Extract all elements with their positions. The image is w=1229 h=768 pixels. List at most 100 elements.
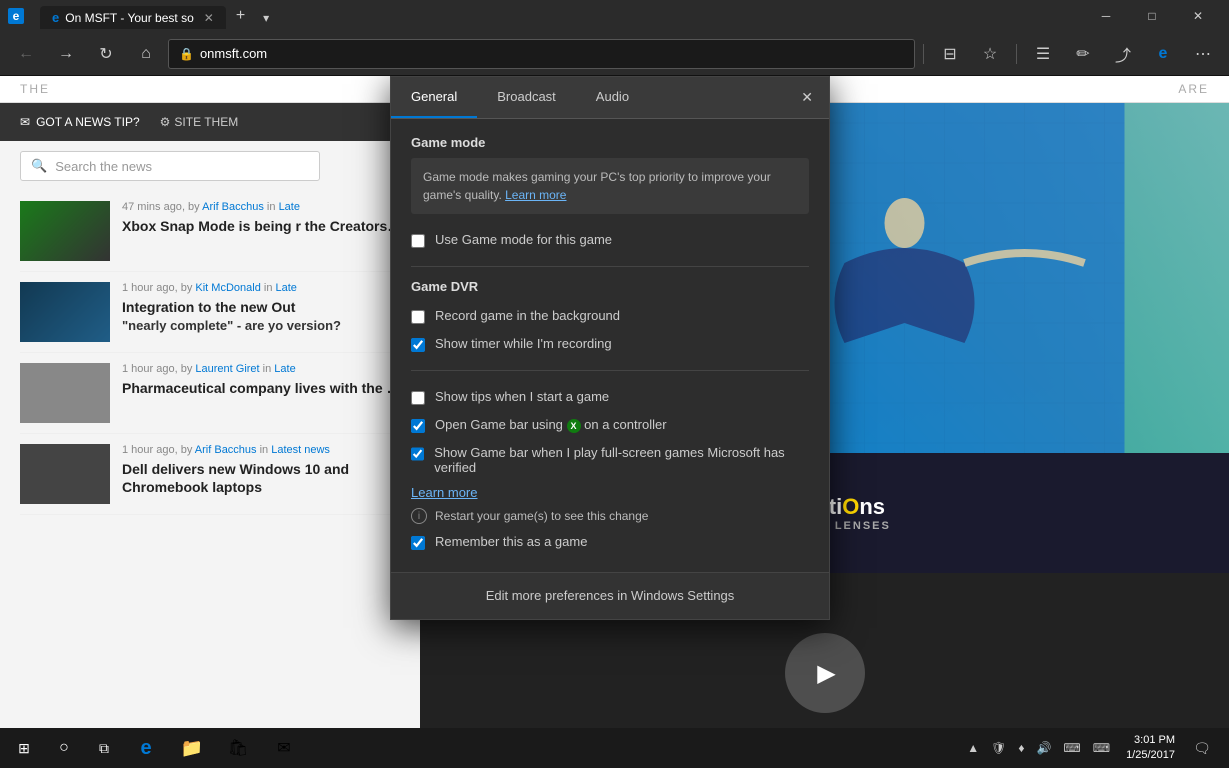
game-mode-title: Game mode bbox=[411, 135, 809, 150]
news-tip-icon: ✉ bbox=[20, 115, 30, 129]
nav-separator-2 bbox=[1016, 44, 1017, 64]
remember-game-checkbox[interactable] bbox=[411, 536, 425, 550]
restart-info-row: i Restart your game(s) to see this chang… bbox=[411, 504, 809, 528]
record-background-checkbox[interactable] bbox=[411, 310, 425, 324]
minimize-button[interactable]: ─ bbox=[1083, 0, 1129, 32]
news-tip-button[interactable]: ✉ GOT A NEWS TIP? bbox=[20, 107, 140, 137]
refresh-button[interactable]: ↻ bbox=[88, 36, 124, 72]
show-gamebar-checkbox[interactable] bbox=[411, 447, 424, 461]
show-tips-checkbox[interactable] bbox=[411, 391, 425, 405]
taskbar-app-edge[interactable]: e bbox=[124, 728, 168, 768]
volume-icon[interactable]: 🔊 bbox=[1032, 741, 1055, 755]
news-category[interactable]: Latest news bbox=[271, 444, 330, 456]
sound-icon[interactable]: ♦ bbox=[1014, 741, 1028, 755]
home-button[interactable]: ⌂ bbox=[128, 36, 164, 72]
news-list: 47 mins ago, by Arif Bacchus in Late Xbo… bbox=[0, 191, 420, 515]
remember-game-row: Remember this as a game bbox=[411, 528, 809, 556]
gamebar-tab-broadcast[interactable]: Broadcast bbox=[477, 77, 576, 118]
record-background-label: Record game in the background bbox=[435, 308, 620, 323]
show-timer-checkbox[interactable] bbox=[411, 338, 425, 352]
gamebar-tab-general[interactable]: General bbox=[391, 77, 477, 118]
share-button[interactable]: ⤴ bbox=[1105, 36, 1141, 72]
gamebar-close-button[interactable]: ✕ bbox=[785, 77, 829, 118]
task-view-button[interactable]: ⧉ bbox=[84, 728, 124, 768]
news-time: 1 hour ago bbox=[122, 282, 175, 294]
info-icon: i bbox=[411, 508, 427, 524]
show-gamebar-label: Show Game bar when I play full-screen ga… bbox=[434, 445, 809, 475]
search-placeholder: Search the news bbox=[55, 159, 152, 174]
address-bar[interactable]: 🔒 onmsft.com bbox=[168, 39, 915, 69]
news-text: 1 hour ago, by Arif Bacchus in Latest ne… bbox=[122, 444, 400, 504]
windows-security-icon[interactable]: 🛡 bbox=[987, 741, 1010, 755]
news-author[interactable]: Laurent Giret bbox=[195, 363, 259, 375]
news-item[interactable]: 47 mins ago, by Arif Bacchus in Late Xbo… bbox=[20, 191, 400, 272]
show-timer-row: Show timer while I'm recording bbox=[411, 330, 809, 358]
more-button[interactable]: ⋯ bbox=[1185, 36, 1221, 72]
use-game-mode-checkbox[interactable] bbox=[411, 234, 425, 248]
notes-button[interactable]: ✏ bbox=[1065, 36, 1101, 72]
open-gamebar-checkbox[interactable] bbox=[411, 419, 425, 433]
taskbar-right: ▲ 🛡 ♦ 🔊 ⌨ ⌨ 3:01 PM 1/25/2017 🗨 bbox=[963, 728, 1225, 768]
the-label: THE bbox=[20, 82, 50, 96]
tab-close-button[interactable]: ✕ bbox=[204, 11, 214, 25]
taskbar-clock[interactable]: 3:01 PM 1/25/2017 bbox=[1118, 733, 1183, 764]
tab-favicon-e: e bbox=[52, 10, 59, 25]
news-item[interactable]: 1 hour ago, by Kit McDonald in Late Inte… bbox=[20, 272, 400, 353]
edge-logo-button[interactable]: e bbox=[1145, 36, 1181, 72]
search-box[interactable]: 🔍 Search the news bbox=[20, 151, 320, 181]
tab-dropdown-button[interactable]: ▾ bbox=[255, 7, 277, 29]
news-item[interactable]: 1 hour ago, by Arif Bacchus in Latest ne… bbox=[20, 434, 400, 515]
left-column: ✉ GOT A NEWS TIP? ⚙ SITE THEM 🔍 Search t… bbox=[0, 103, 420, 768]
close-button[interactable]: ✕ bbox=[1175, 0, 1221, 32]
restart-info-text: Restart your game(s) to see this change bbox=[435, 509, 648, 523]
news-category[interactable]: Late bbox=[279, 201, 300, 213]
taskbar-app-mail[interactable]: ✉ bbox=[262, 728, 306, 768]
forward-button[interactable]: → bbox=[48, 36, 84, 72]
windows-settings-link[interactable]: Edit more preferences in Windows Setting… bbox=[486, 588, 735, 603]
notification-button[interactable]: 🗨 bbox=[1187, 728, 1217, 768]
news-category[interactable]: Late bbox=[276, 282, 297, 294]
title-bar-left: e bbox=[8, 8, 24, 24]
record-background-row: Record game in the background bbox=[411, 302, 809, 330]
news-text: 1 hour ago, by Laurent Giret in Late Pha… bbox=[122, 363, 400, 423]
site-theme-button[interactable]: ⚙ SITE THEM bbox=[160, 115, 239, 129]
nav-separator bbox=[923, 44, 924, 64]
news-meta: 47 mins ago, by Arif Bacchus in Late bbox=[122, 201, 400, 213]
back-button[interactable]: ← bbox=[8, 36, 44, 72]
maximize-button[interactable]: □ bbox=[1129, 0, 1175, 32]
tab-title: On MSFT - Your best so bbox=[65, 11, 194, 25]
task-view-icon: ⧉ bbox=[99, 740, 109, 757]
news-author[interactable]: Arif Bacchus bbox=[195, 444, 257, 456]
news-title: Xbox Snap Mode is being r the Creators U… bbox=[122, 217, 400, 235]
taskbar-app-explorer[interactable]: 📁 bbox=[170, 728, 214, 768]
news-category[interactable]: Late bbox=[274, 363, 295, 375]
news-tip-label: GOT A NEWS TIP? bbox=[36, 115, 140, 129]
news-author[interactable]: Kit McDonald bbox=[195, 282, 260, 294]
use-game-mode-row: Use Game mode for this game bbox=[411, 226, 809, 254]
gamebar-tab-audio[interactable]: Audio bbox=[576, 77, 649, 118]
news-item[interactable]: 1 hour ago, by Laurent Giret in Late Pha… bbox=[20, 353, 400, 434]
hub-button[interactable]: ☰ bbox=[1025, 36, 1061, 72]
taskbar-app-store[interactable]: 🛍 bbox=[216, 728, 260, 768]
gamebar-panel: General Broadcast Audio ✕ Game mode Game… bbox=[390, 76, 830, 620]
show-timer-label: Show timer while I'm recording bbox=[435, 336, 612, 351]
nav-bar: ← → ↻ ⌂ 🔒 onmsft.com ⊟ ☆ ☰ ✏ ⤴ e ⋯ bbox=[0, 32, 1229, 76]
start-icon: ⊞ bbox=[18, 740, 30, 757]
network-icon[interactable]: ▲ bbox=[963, 741, 983, 755]
search-icon: 🔍 bbox=[31, 158, 47, 174]
news-author[interactable]: Arif Bacchus bbox=[202, 201, 264, 213]
active-tab[interactable]: e On MSFT - Your best so ✕ bbox=[40, 6, 226, 29]
learn-more-link[interactable]: Learn more bbox=[411, 481, 809, 504]
new-tab-button[interactable]: + bbox=[228, 3, 253, 29]
favorites-button[interactable]: ☆ bbox=[972, 36, 1008, 72]
divider-1 bbox=[411, 266, 809, 267]
ime-icon[interactable]: ⌨ bbox=[1089, 741, 1114, 755]
play-button[interactable]: ▶ bbox=[785, 633, 865, 713]
start-button[interactable]: ⊞ bbox=[4, 728, 44, 768]
description-learn-more[interactable]: Learn more bbox=[505, 188, 566, 202]
news-time: 1 hour ago bbox=[122, 444, 175, 456]
taskbar-search-button[interactable]: ○ bbox=[44, 728, 84, 768]
browser-frame: e e On MSFT - Your best so ✕ + ▾ ─ □ ✕ ←… bbox=[0, 0, 1229, 768]
keyboard-icon[interactable]: ⌨ bbox=[1059, 741, 1084, 755]
reading-list-button[interactable]: ⊟ bbox=[932, 36, 968, 72]
